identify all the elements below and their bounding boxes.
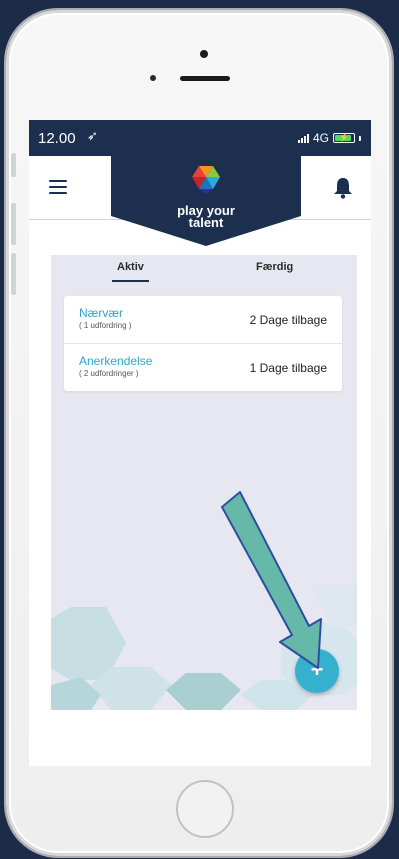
signal-icon — [297, 133, 309, 143]
challenge-title: Nærvær — [79, 306, 123, 320]
volume-up-button — [11, 203, 16, 245]
add-challenge-button[interactable]: + — [295, 649, 339, 693]
status-time: 12.00 — [38, 130, 76, 147]
location-arrow-icon: ➶ — [87, 128, 98, 143]
hamburger-menu-icon[interactable] — [49, 180, 67, 194]
logo-banner — [111, 156, 301, 246]
logo-text: play your talent — [111, 204, 301, 230]
challenge-list: Nærvær ( 1 udfordring ) 2 Dage tilbage A… — [64, 296, 342, 391]
bell-icon[interactable] — [332, 176, 354, 200]
earpiece-speaker — [180, 76, 230, 81]
challenge-count: ( 2 udfordringer ) — [79, 369, 139, 378]
challenge-count: ( 1 udfordring ) — [79, 321, 132, 330]
challenge-row-anerkendelse[interactable]: Anerkendelse ( 2 udfordringer ) 1 Dage t… — [64, 343, 342, 391]
status-indicators: 4G ⚡ — [297, 131, 361, 145]
logo-line2: talent — [188, 215, 224, 230]
challenge-time-left: 1 Dage tilbage — [249, 361, 327, 375]
tab-aktiv[interactable]: Aktiv — [112, 261, 149, 282]
front-camera — [200, 50, 208, 58]
challenges-panel: Aktiv Færdig Nærvær ( 1 udfordring ) 2 D… — [51, 255, 357, 710]
mute-switch — [11, 153, 16, 177]
proximity-sensor — [150, 75, 156, 81]
battery-charging-icon: ⚡ — [333, 133, 355, 143]
app-screen: 12.00 ➶ 4G ⚡ play your talent Aktiv Færd… — [29, 120, 371, 766]
status-bar: 12.00 ➶ 4G ⚡ — [29, 120, 371, 156]
volume-down-button — [11, 253, 16, 295]
tab-bar: Aktiv Færdig — [51, 255, 357, 285]
home-button[interactable] — [176, 780, 234, 838]
tab-faerdig[interactable]: Færdig — [256, 261, 293, 273]
challenge-time-left: 2 Dage tilbage — [249, 313, 327, 327]
challenge-row-naervaer[interactable]: Nærvær ( 1 udfordring ) 2 Dage tilbage — [64, 296, 342, 343]
challenge-title: Anerkendelse — [79, 354, 153, 368]
network-type: 4G — [312, 131, 329, 145]
